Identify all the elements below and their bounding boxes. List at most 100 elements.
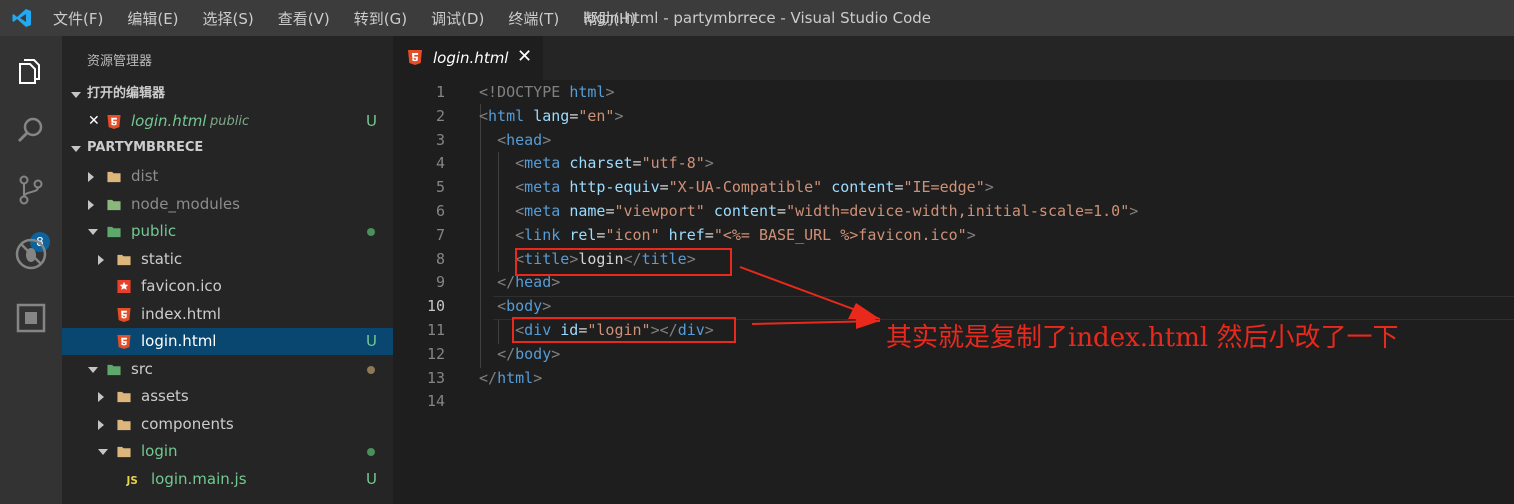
tab-bar: login.html ✕: [393, 36, 1514, 80]
code-token: "icon": [605, 225, 660, 244]
tree-folder[interactable]: static: [62, 246, 393, 273]
tree-folder[interactable]: assets: [62, 383, 393, 410]
menu-item[interactable]: 转到(G): [342, 8, 419, 29]
code-token: link: [524, 225, 561, 244]
code-token: =: [704, 225, 714, 244]
chevron-down-icon[interactable]: [98, 449, 108, 455]
folder-icon: [117, 391, 131, 403]
tree-file[interactable]: login.html U: [62, 328, 393, 355]
project-header[interactable]: PARTYMBRRECE: [62, 135, 393, 161]
chevron-right-icon[interactable]: [98, 254, 104, 265]
tree-item-label: static: [141, 249, 183, 268]
javascript-file-icon: JS: [126, 475, 138, 487]
code-token: >: [614, 106, 624, 125]
explorer-files-icon[interactable]: [13, 52, 49, 88]
chevron-down-icon[interactable]: [88, 366, 98, 373]
folder-icon: [117, 446, 131, 458]
chevron-right-icon[interactable]: [98, 419, 104, 430]
modified-dot-indicator: [367, 228, 375, 236]
menu-item[interactable]: 文件(F): [41, 8, 115, 29]
html5-icon: [107, 114, 121, 129]
code-text: <meta charset="utf-8">: [479, 151, 714, 175]
code-token: >: [1129, 202, 1139, 220]
code-token: </: [479, 368, 498, 387]
line-number: 10: [426, 297, 445, 316]
code-token: >: [551, 344, 561, 363]
tree-folder[interactable]: dist: [62, 163, 393, 190]
chevron-right-icon[interactable]: [98, 392, 104, 402]
source-control-icon[interactable]: [13, 172, 49, 208]
tree-folder[interactable]: login: [62, 438, 393, 465]
favicon-file-icon: [117, 279, 131, 294]
debug-icon[interactable]: [13, 236, 49, 272]
line-number: 11: [426, 321, 445, 339]
code-token: "viewport": [614, 202, 705, 220]
tree-file[interactable]: index.html: [62, 301, 393, 328]
search-icon[interactable]: [13, 112, 49, 148]
chevron-right-icon[interactable]: [88, 199, 94, 210]
code-token: body: [506, 297, 543, 316]
code-line: 3 <head>: [393, 128, 1514, 152]
code-line: 10 <body>: [393, 294, 1514, 318]
folder-icon: [107, 364, 121, 375]
extensions-icon[interactable]: [13, 300, 49, 336]
code-token: rel: [569, 225, 597, 244]
line-number: 13: [426, 368, 445, 387]
annotation-text: 其实就是复制了index.html 然后小改了一下: [886, 323, 1399, 353]
code-line: 1 <!DOCTYPE html>: [393, 80, 1514, 104]
tree-folder[interactable]: components: [62, 411, 393, 438]
chevron-right-icon[interactable]: [88, 172, 94, 182]
open-editors-header[interactable]: 打开的编辑器: [62, 81, 393, 107]
tree-item-label: login.html: [141, 332, 217, 350]
code-editor[interactable]: 1 <!DOCTYPE html> 2 <html lang="en"> 3 <head…: [393, 80, 1514, 504]
html5-icon: [408, 50, 422, 65]
close-icon[interactable]: ✕: [88, 108, 100, 135]
tree-folder[interactable]: public: [62, 218, 393, 245]
close-icon[interactable]: ✕: [517, 46, 532, 67]
chevron-down-icon[interactable]: [88, 229, 98, 235]
tree-folder[interactable]: src: [62, 356, 393, 383]
tree-item-label: dist: [131, 167, 159, 185]
tree-item-label: favicon.ico: [141, 277, 222, 295]
open-editor-filename: login.html: [131, 112, 207, 130]
tab-login-html[interactable]: login.html ✕: [393, 36, 543, 80]
vscode-logo-icon: [12, 9, 31, 27]
code-token: >: [542, 297, 552, 316]
tree-folder[interactable]: node_modules: [62, 191, 393, 218]
tree-file[interactable]: favicon.ico: [62, 273, 393, 300]
menu-item[interactable]: 编辑(E): [115, 8, 190, 29]
activity-bar: 8: [0, 36, 62, 504]
menu-item[interactable]: 选择(S): [191, 8, 266, 29]
code-token: >: [984, 178, 994, 197]
line-number: 9: [435, 273, 445, 292]
code-token: meta: [524, 178, 561, 197]
tree-file[interactable]: JS login.main.js U: [62, 466, 393, 493]
code-token: body: [515, 344, 552, 363]
line-number: 14: [426, 392, 445, 411]
code-token: name: [569, 202, 606, 220]
open-editor-item[interactable]: ✕ login.html public U: [62, 108, 393, 135]
git-status-untracked: U: [366, 469, 377, 488]
code-token: <!DOCTYPE: [479, 83, 570, 101]
code-token: "<%= BASE_URL %>favicon.ico": [713, 225, 967, 244]
code-token: "width=device-width,initial-scale=1.0": [786, 202, 1130, 220]
code-token: >: [551, 273, 561, 292]
menu-item[interactable]: 查看(V): [266, 8, 342, 29]
menu-item[interactable]: 调试(D): [419, 8, 496, 29]
code-token: content: [713, 202, 778, 220]
project-name: PARTYMBRRECE: [87, 140, 204, 155]
menu-item[interactable]: 终端(T): [496, 8, 571, 29]
highlight-box-div: [512, 317, 736, 343]
menu-item[interactable]: 帮助(H): [571, 8, 648, 29]
code-line: 13 </html>: [393, 366, 1514, 390]
line-number: 1: [435, 83, 445, 101]
tree-item-label: assets: [141, 387, 189, 405]
line-number: 4: [435, 154, 445, 173]
code-token: charset: [569, 154, 633, 173]
